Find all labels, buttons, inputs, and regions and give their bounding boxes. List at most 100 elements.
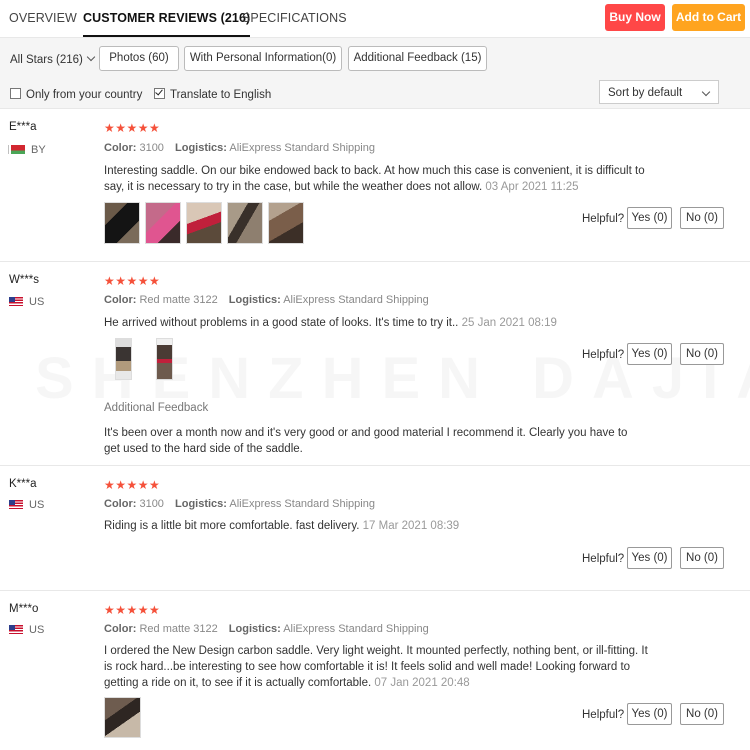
- review-date: 07 Jan 2021 20:48: [374, 677, 470, 689]
- vote-yes-button[interactable]: Yes (0): [627, 343, 672, 365]
- review-photo-thumbnail[interactable]: [156, 338, 173, 380]
- review-text: I ordered the New Design carbon saddle. …: [104, 643, 649, 691]
- personal-info-filter-button[interactable]: With Personal Information(0): [184, 46, 342, 71]
- vote-yes-button[interactable]: Yes (0): [627, 703, 672, 725]
- review-text: He arrived without problems in a good st…: [104, 315, 649, 331]
- review-photo-thumbnail[interactable]: [227, 202, 263, 244]
- star-rating: ★★★★★: [104, 603, 161, 617]
- vote-no-button[interactable]: No (0): [680, 343, 724, 365]
- logistics-value: AliExpress Standard Shipping: [229, 498, 375, 510]
- review-photo-thumbnail[interactable]: [145, 202, 181, 244]
- add-to-cart-button[interactable]: Add to Cart: [672, 4, 745, 31]
- country-code: US: [29, 624, 45, 636]
- vote-yes-button[interactable]: Yes (0): [627, 547, 672, 569]
- review-item: K***a US ★★★★★ Color: 3100 Logistics: Al…: [0, 466, 750, 591]
- color-value: Red matte 3122: [139, 294, 218, 306]
- country-code: US: [29, 296, 45, 308]
- review-date: 17 Mar 2021 08:39: [362, 520, 460, 532]
- color-label: Color:: [104, 498, 137, 510]
- vote-no-button[interactable]: No (0): [680, 703, 724, 725]
- star-rating: ★★★★★: [104, 478, 161, 492]
- review-item: E***a BY ★★★★★ Color: 3100 Logistics: Al…: [0, 109, 750, 262]
- star-filter-label: All Stars (216): [10, 54, 83, 66]
- sort-select[interactable]: Sort by default: [599, 80, 719, 104]
- helpful-label: Helpful?: [582, 553, 625, 565]
- helpful-label: Helpful?: [582, 349, 625, 361]
- reviewer-name: W***s: [9, 274, 40, 286]
- reviewer-name: E***a: [9, 121, 37, 133]
- logistics-label: Logistics:: [175, 498, 227, 510]
- additional-feedback-text: It's been over a month now and it's very…: [104, 427, 628, 455]
- logistics-value: AliExpress Standard Shipping: [229, 142, 375, 154]
- reviewer-name: K***a: [9, 478, 37, 490]
- chevron-down-icon: [86, 52, 96, 62]
- review-photo-thumbnail[interactable]: [115, 338, 132, 380]
- only-country-label: Only from your country: [26, 89, 143, 101]
- review-photo-thumbnail[interactable]: [104, 202, 140, 244]
- color-label: Color:: [104, 623, 137, 635]
- review-meta: Color: Red matte 3122 Logistics: AliExpr…: [104, 294, 429, 306]
- star-rating: ★★★★★: [104, 274, 161, 288]
- review-item: W***s US ★★★★★ Color: Red matte 3122 Log…: [0, 262, 750, 466]
- only-country-checkbox[interactable]: Only from your country: [10, 88, 142, 101]
- review-photos: [115, 338, 173, 380]
- tab-customer-reviews[interactable]: CUSTOMER REVIEWS (216): [83, 11, 251, 37]
- color-value: 3100: [139, 142, 164, 154]
- review-date: 25 Jan 2021 08:19: [461, 317, 557, 329]
- us-flag-icon: [9, 625, 23, 634]
- review-body: He arrived without problems in a good st…: [104, 317, 459, 329]
- star-filter-select[interactable]: All Stars (216): [10, 52, 96, 66]
- reviewer-country: BY: [9, 144, 46, 156]
- us-flag-icon: [9, 297, 23, 306]
- review-meta: Color: 3100 Logistics: AliExpress Standa…: [104, 142, 375, 154]
- review-photos: [104, 202, 304, 244]
- vote-yes-button[interactable]: Yes (0): [627, 207, 672, 229]
- reviewer-country: US: [9, 296, 44, 308]
- country-code: BY: [31, 144, 46, 156]
- tab-specifications[interactable]: SPECIFICATIONS: [242, 11, 347, 25]
- vote-no-button[interactable]: No (0): [680, 547, 724, 569]
- logistics-label: Logistics:: [175, 142, 227, 154]
- review-filter-bar: All Stars (216) Photos (60) With Persona…: [0, 38, 750, 109]
- review-body: Riding is a little bit more comfortable.…: [104, 520, 360, 532]
- photos-filter-button[interactable]: Photos (60): [99, 46, 179, 71]
- sort-label: Sort by default: [608, 87, 683, 99]
- color-value: Red matte 3122: [139, 623, 218, 635]
- color-label: Color:: [104, 142, 137, 154]
- review-photo-thumbnail[interactable]: [186, 202, 222, 244]
- review-meta: Color: Red matte 3122 Logistics: AliExpr…: [104, 623, 429, 635]
- review-photos: [104, 697, 141, 738]
- reviewer-country: US: [9, 624, 44, 636]
- review-meta: Color: 3100 Logistics: AliExpress Standa…: [104, 498, 375, 510]
- helpful-label: Helpful?: [582, 709, 625, 721]
- additional-feedback-filter-button[interactable]: Additional Feedback (15): [348, 46, 487, 71]
- logistics-label: Logistics:: [228, 294, 281, 306]
- color-label: Color:: [104, 294, 137, 306]
- review-photo-thumbnail[interactable]: [104, 697, 141, 738]
- tab-overview[interactable]: OVERVIEW: [9, 11, 77, 25]
- review-photo-thumbnail[interactable]: [268, 202, 304, 244]
- helpful-label: Helpful?: [582, 213, 625, 225]
- reviewer-name: M***o: [9, 603, 39, 615]
- review-text: Interesting saddle. On our bike endowed …: [104, 163, 649, 195]
- star-rating: ★★★★★: [104, 121, 161, 135]
- review-date: 03 Apr 2021 11:25: [485, 181, 579, 193]
- review-text: Riding is a little bit more comfortable.…: [104, 518, 649, 534]
- additional-feedback-title: Additional Feedback: [104, 402, 209, 414]
- color-value: 3100: [139, 498, 164, 510]
- country-code: US: [29, 499, 45, 511]
- translate-checkbox[interactable]: Translate to English: [154, 88, 271, 101]
- translate-label: Translate to English: [170, 89, 272, 101]
- vote-no-button[interactable]: No (0): [680, 207, 724, 229]
- checkbox-checked-icon: [154, 88, 165, 99]
- checkbox-unchecked-icon: [10, 88, 21, 99]
- logistics-value: AliExpress Standard Shipping: [283, 623, 429, 635]
- logistics-label: Logistics:: [228, 623, 281, 635]
- product-tabs: OVERVIEW CUSTOMER REVIEWS (216) SPECIFIC…: [0, 0, 750, 38]
- us-flag-icon: [9, 500, 23, 509]
- belarus-flag-icon: [9, 145, 25, 154]
- buy-now-button[interactable]: Buy Now: [605, 4, 665, 31]
- chevron-down-icon: [701, 87, 711, 97]
- review-item: M***o US ★★★★★ Color: Red matte 3122 Log…: [0, 591, 750, 750]
- reviewer-country: US: [9, 499, 44, 511]
